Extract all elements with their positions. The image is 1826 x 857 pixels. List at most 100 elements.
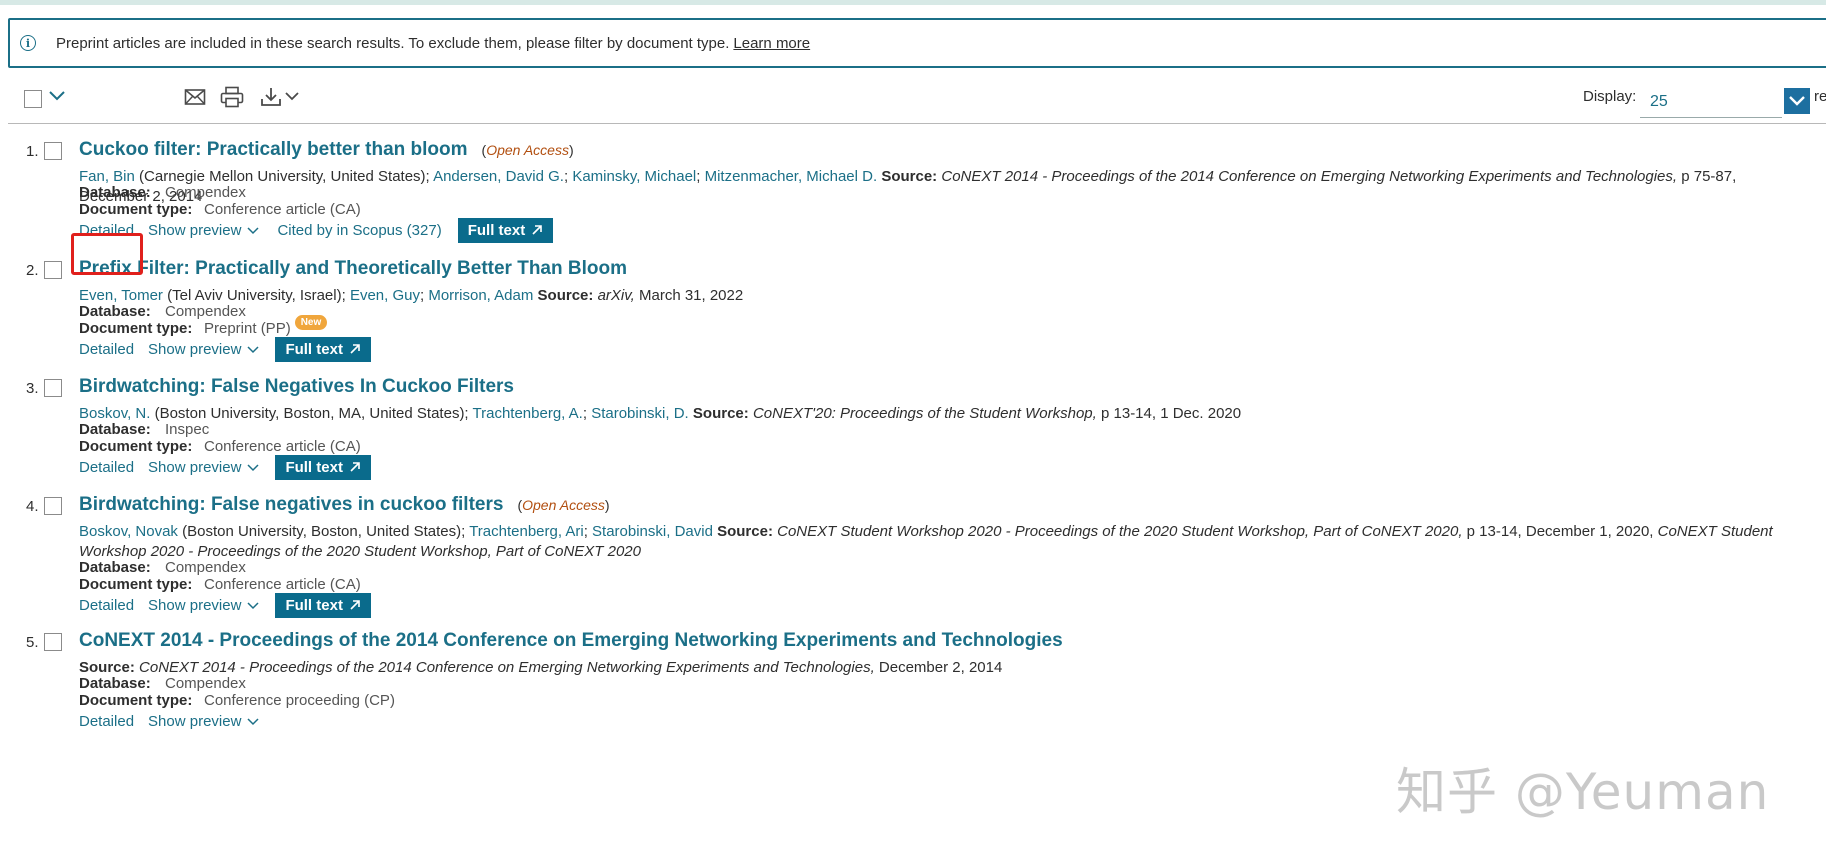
result-checkbox[interactable] [44, 497, 62, 515]
document-type-label: Document type: [79, 201, 193, 218]
document-type-label: Document type: [79, 576, 193, 593]
preprint-info-banner: i Preprint articles are included in thes… [8, 18, 1826, 68]
detailed-link[interactable]: Detailed [79, 713, 134, 730]
source-title: arXiv, [597, 287, 635, 304]
full-text-button[interactable]: Full text [457, 217, 554, 243]
document-type-value: Conference proceeding (CP) [204, 692, 395, 709]
show-preview-toggle[interactable]: Show preview [148, 222, 259, 239]
database-label: Database: [79, 675, 151, 692]
detailed-link[interactable]: Detailed [79, 597, 134, 614]
print-icon[interactable] [220, 86, 244, 113]
results-toolbar: Display: 25 resu [8, 76, 1826, 124]
database-field: Database: Inspec [79, 421, 209, 438]
source-details: March 31, 2022 [634, 287, 744, 304]
info-icon: i [20, 35, 36, 51]
result-checkbox[interactable] [44, 261, 62, 279]
source-details: p 13-14, 1 Dec. 2020 [1096, 405, 1242, 422]
database-field: Database: Compendex [79, 675, 246, 692]
result-checkbox[interactable] [44, 379, 62, 397]
chevron-down-icon [247, 602, 259, 610]
banner-message: Preprint articles are included in these … [56, 34, 730, 52]
select-options-chevron-icon[interactable] [48, 89, 66, 108]
author-link[interactable]: Mitzenmacher, Michael D. [705, 168, 878, 185]
show-preview-toggle[interactable]: Show preview [148, 713, 259, 730]
chevron-down-icon [247, 464, 259, 472]
author-link[interactable]: Morrison, Adam [428, 287, 533, 304]
document-type-field: Document type: Preprint (PP) New [79, 315, 328, 338]
result-actions: Detailed Show preview Full text [79, 454, 371, 480]
source-details: December 2, 2014 [874, 659, 1003, 676]
author-link[interactable]: Andersen, David G. [433, 168, 564, 185]
select-all-checkbox[interactable] [24, 90, 42, 108]
author-link[interactable]: Starobinski, David [592, 523, 713, 540]
source-title: CoNEXT 2014 - Proceedings of the 2014 Co… [941, 168, 1678, 185]
database-value: Compendex [165, 184, 246, 201]
author-link[interactable]: Kaminsky, Michael [572, 168, 696, 185]
result-title-link[interactable]: Birdwatching: False negatives in cuckoo … [79, 494, 610, 516]
result-actions: Detailed Show preview Full text [79, 592, 371, 618]
cited-by-link[interactable]: Cited by in Scopus (327) [277, 222, 441, 239]
source-label: Source: [881, 168, 938, 185]
result-actions: Detailed Show preview Full text [79, 336, 371, 362]
document-type-field: Document type: Conference proceeding (CP) [79, 692, 395, 709]
database-value: Compendex [165, 559, 246, 576]
result-item: 3. Birdwatching: False Negatives In Cucko… [0, 366, 1826, 480]
full-text-button[interactable]: Full text [275, 454, 371, 480]
result-actions: Detailed Show preview Cited by in Scopus (… [79, 217, 554, 243]
author-link[interactable]: Even, Guy [350, 287, 420, 304]
database-label: Database: [79, 559, 151, 576]
external-link-icon [350, 600, 360, 610]
show-preview-toggle[interactable]: Show preview [148, 597, 259, 614]
database-value: Inspec [165, 421, 210, 438]
external-link-icon [350, 344, 360, 354]
result-title-link[interactable]: Prefix Filter: Practically and Theoretic… [79, 258, 627, 280]
detailed-link[interactable]: Detailed [79, 459, 134, 476]
paren: ( [481, 142, 487, 158]
result-number: 1. [26, 143, 39, 160]
result-authors-source: Even, Tomer (Tel Aviv University, Israel… [79, 287, 744, 304]
detailed-link[interactable]: Detailed [79, 341, 134, 358]
author-link[interactable]: Boskov, Novak [79, 523, 178, 540]
show-preview-toggle[interactable]: Show preview [148, 459, 259, 476]
result-authors-source: Source: CoNEXT 2014 - Proceedings of the… [79, 658, 1799, 678]
result-checkbox[interactable] [44, 142, 62, 160]
document-type-label: Document type: [79, 438, 193, 455]
show-preview-toggle[interactable]: Show preview [148, 341, 259, 358]
result-title-link[interactable]: CoNEXT 2014 - Proceedings of the 2014 Co… [79, 630, 1063, 652]
document-type-label: Document type: [79, 320, 193, 337]
result-checkbox[interactable] [44, 633, 62, 651]
author-link[interactable]: Trachtenberg, A. [473, 405, 583, 422]
display-suffix: resu [1814, 88, 1826, 105]
full-text-button[interactable]: Full text [275, 592, 371, 618]
document-type-value: Conference article (CA) [204, 576, 361, 593]
database-label: Database: [79, 303, 151, 320]
top-band [0, 0, 1826, 5]
author-link[interactable]: Boskov, N. [79, 405, 150, 422]
display-count-select[interactable]: 25 [1640, 76, 1782, 118]
result-actions: Detailed Show preview [79, 709, 259, 733]
result-number: 2. [26, 262, 39, 279]
display-dropdown-button[interactable] [1784, 88, 1810, 114]
document-type-field: Document type: Conference article (CA) [79, 201, 361, 218]
result-title-link[interactable]: Birdwatching: False Negatives In Cuckoo … [79, 376, 514, 398]
source-title: CoNEXT Student Workshop 2020 - Proceedin… [777, 523, 1463, 540]
author-link[interactable]: Starobinski, D. [591, 405, 689, 422]
document-type-value: Preprint (PP) [204, 320, 291, 337]
display-label: Display: [1583, 88, 1637, 105]
result-item: 5. CoNEXT 2014 - Proceedings of the 2014 … [0, 620, 1826, 730]
author-link[interactable]: Fan, Bin [79, 168, 135, 185]
document-type-value: Conference article (CA) [204, 438, 361, 455]
download-icon[interactable] [260, 87, 282, 112]
learn-more-link[interactable]: Learn more [733, 35, 810, 52]
database-value: Compendex [165, 303, 246, 320]
new-badge: New [294, 315, 328, 330]
paren: ) [604, 497, 610, 513]
result-title-link[interactable]: Cuckoo filter: Practically better than b… [79, 139, 574, 161]
download-options-chevron-icon[interactable] [284, 89, 300, 108]
database-field: Database: Compendex [79, 184, 246, 201]
author-link[interactable]: Even, Tomer [79, 287, 163, 304]
full-text-button[interactable]: Full text [275, 336, 371, 362]
author-link[interactable]: Trachtenberg, Ari [469, 523, 584, 540]
email-icon[interactable] [184, 88, 206, 111]
source-label: Source: [537, 287, 594, 304]
